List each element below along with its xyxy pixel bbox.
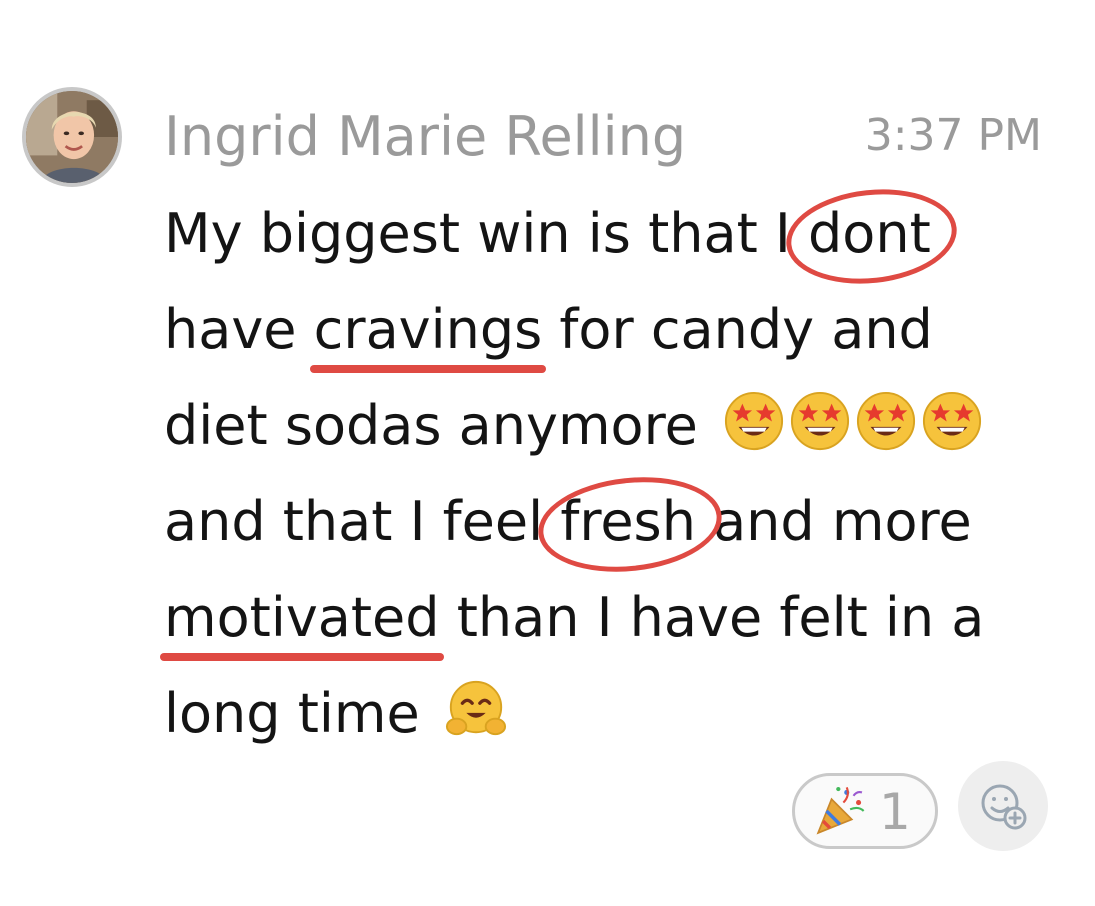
message-line: diet sodas anymore bbox=[164, 378, 1064, 474]
red-circle-annotation bbox=[533, 468, 727, 581]
hugging-face-emoji bbox=[445, 678, 507, 740]
text-segment: have bbox=[164, 298, 314, 361]
party-popper-emoji bbox=[813, 784, 867, 838]
message-line: motivated than I have felt in a bbox=[160, 570, 1064, 666]
message-line: long time bbox=[164, 666, 1064, 762]
text-segment: cravings bbox=[313, 298, 543, 361]
red-circle-annotation bbox=[781, 181, 962, 292]
message-line: and that I feel fresh and more bbox=[164, 468, 1064, 581]
message-line: My biggest win is that I dont bbox=[164, 181, 1064, 292]
text-segment: motivated bbox=[164, 586, 440, 649]
text-segment: and more bbox=[695, 490, 972, 553]
red-underline-annotation bbox=[160, 653, 444, 661]
star-struck-emoji bbox=[855, 390, 917, 452]
avatar-photo bbox=[26, 91, 118, 183]
add-reaction-icon bbox=[981, 784, 1027, 830]
text-segment: for candy and bbox=[542, 298, 933, 361]
add-reaction-button[interactable] bbox=[958, 761, 1048, 851]
circled-word: fresh bbox=[533, 468, 727, 581]
star-struck-emoji bbox=[789, 390, 851, 452]
text-segment: diet sodas anymore bbox=[164, 394, 698, 457]
text-segment: long time bbox=[164, 682, 420, 745]
reaction-party-popper[interactable]: 1 bbox=[792, 773, 938, 849]
avatar[interactable] bbox=[22, 87, 122, 187]
star-struck-emoji bbox=[723, 390, 785, 452]
author-name[interactable]: Ingrid Marie Relling bbox=[164, 102, 686, 172]
circled-word: dont bbox=[781, 181, 962, 292]
reaction-count: 1 bbox=[879, 783, 911, 841]
message-body: My biggest win is that I dont have cravi… bbox=[160, 181, 1064, 762]
star-struck-emoji bbox=[921, 390, 983, 452]
chat-message: Ingrid Marie Relling 3:37 PM My biggest … bbox=[0, 0, 1095, 906]
underlined-word: motivated bbox=[160, 586, 444, 661]
red-underline-annotation bbox=[309, 365, 547, 373]
message-timestamp: 3:37 PM bbox=[864, 110, 1042, 161]
message-line: have cravings for candy and bbox=[164, 282, 1064, 378]
text-segment: and that I feel bbox=[164, 490, 561, 553]
text-segment: My biggest win is that I bbox=[164, 202, 809, 265]
underlined-word: cravings bbox=[309, 298, 547, 373]
text-segment: than I have felt in a bbox=[439, 586, 985, 649]
